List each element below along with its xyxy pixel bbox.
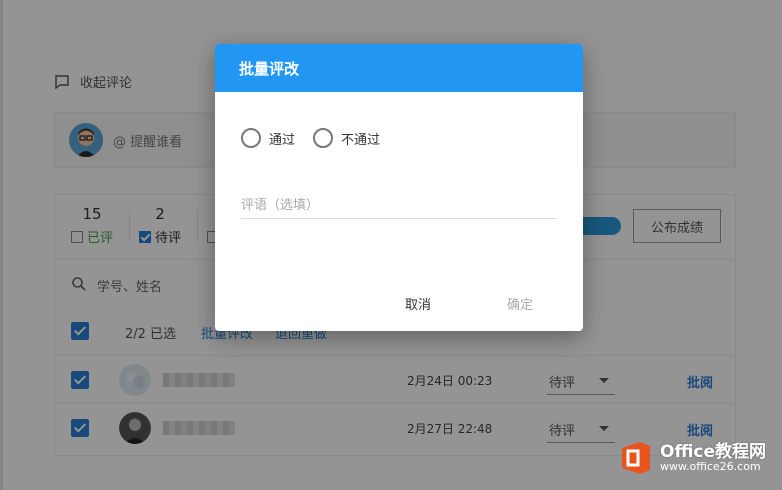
office-logo-icon <box>618 440 654 476</box>
watermark: Office教程网 www.office26.com <box>618 440 766 476</box>
cancel-button[interactable]: 取消 <box>371 287 465 319</box>
radio-fail-label: 不通过 <box>341 132 381 148</box>
radio-pass-label: 通过 <box>269 132 296 148</box>
dialog-header: 批量评改 <box>215 44 583 92</box>
dialog-title: 批量评改 <box>239 60 300 78</box>
radio-circle-icon[interactable] <box>313 128 334 148</box>
dialog-actions: 取消 确定 <box>371 287 567 319</box>
comment-input[interactable] <box>241 196 557 215</box>
watermark-url: www.office26.com <box>660 460 761 474</box>
confirm-button[interactable]: 确定 <box>473 287 567 319</box>
radio-pass[interactable]: 通过 <box>241 128 295 148</box>
result-radio-group: 通过 不通过 <box>241 128 380 148</box>
comment-field <box>241 194 557 219</box>
radio-circle-icon[interactable] <box>241 128 261 148</box>
watermark-title: Office教程网 <box>660 441 767 462</box>
radio-fail[interactable]: 不通过 <box>313 128 380 148</box>
batch-review-dialog: 批量评改 通过 不通过 取消 确定 <box>215 44 583 331</box>
